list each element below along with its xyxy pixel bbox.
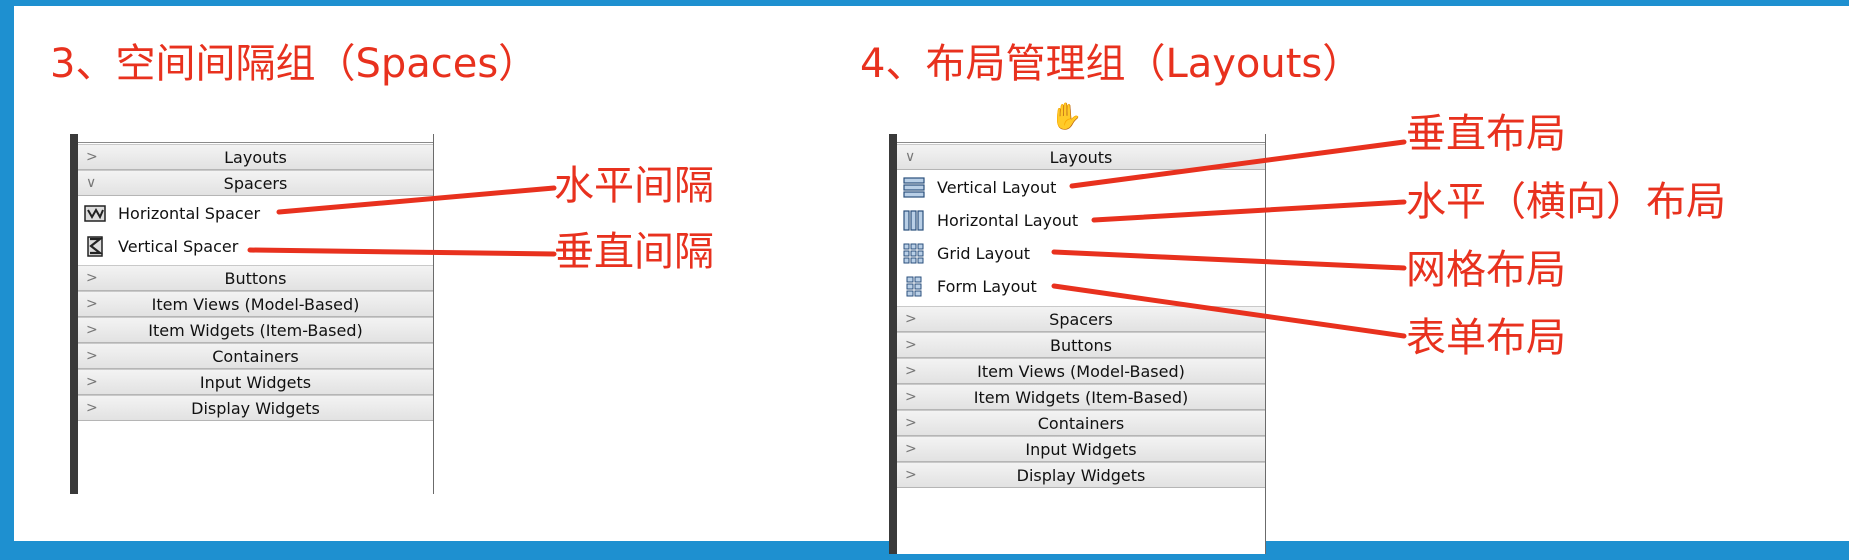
annotation-grid-layout: 网格布局 [1406, 247, 1566, 293]
annotation-horizontal-spacer: 水平间隔 [554, 163, 714, 209]
annotation-lines [247, 139, 1407, 339]
pointer-line [1051, 249, 1407, 271]
annotation-vertical-spacer: 垂直间隔 [554, 229, 714, 275]
pointer-line [247, 247, 557, 257]
annotation-vertical-layout: 垂直布局 [1406, 111, 1566, 157]
annotation-form-layout: 表单布局 [1406, 315, 1566, 361]
annotation-horizontal-layout: 水平（横向）布局 [1406, 179, 1726, 225]
slide-canvas: 3、空间间隔组（Spaces） 4、布局管理组（Layouts） > Layou… [14, 6, 1849, 554]
pointer-line [1069, 139, 1407, 189]
pointer-line [1051, 283, 1407, 339]
hand-cursor-icon: ✋ [1050, 102, 1083, 132]
pointer-line [1091, 199, 1407, 223]
pointer-line [276, 185, 557, 215]
